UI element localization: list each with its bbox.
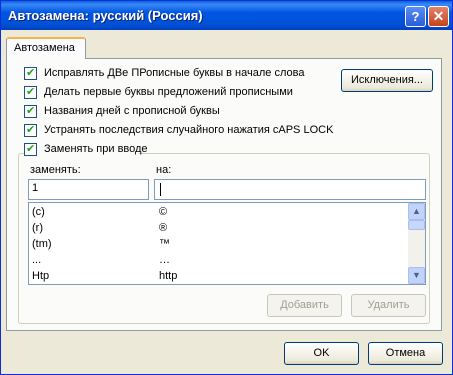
list-item[interactable]: Htp http [29,268,409,284]
option-label: Исправлять ДВе ПРописные буквы в начале … [44,67,305,79]
cancel-button[interactable]: Отмена [368,342,443,365]
replace-label: заменять: [30,164,81,176]
entry-to: ® [159,222,168,234]
scroll-down-button[interactable]: ▼ [408,267,425,284]
entry-from: Htp [32,270,50,282]
option-replace-as-you-type[interactable]: Заменять при вводе [24,142,148,157]
option-label: Устранять последствия случайного нажатия… [44,124,334,136]
autocorrect-entries-list[interactable]: (c) © (r) ® (tm) ™ ... … Htp http ▲ ▼ [28,202,426,285]
close-button[interactable]: ✕ [428,6,449,27]
entry-from: ... [32,254,42,266]
option-label: Названия дней с прописной буквы [44,105,220,117]
window-title: Автозамена: русский (Россия) [8,8,203,23]
checkbox-capitalize-sentences[interactable] [24,85,37,99]
checkbox-two-initial-capitals[interactable] [24,66,37,80]
autocorrect-dialog: Автозамена: русский (Россия) ? ✕ Автозам… [0,0,453,375]
list-item[interactable]: ... … [29,252,409,268]
with-label: на: [156,164,172,176]
add-button[interactable]: Добавить [267,294,342,317]
list-item[interactable]: (c) © [29,204,409,220]
replace-group-label: Заменять при вводе [44,143,148,155]
tab-autocorrect[interactable]: Автозамена [6,37,86,59]
checkbox-caps-lock[interactable] [24,123,37,137]
list-scrollbar[interactable]: ▲ ▼ [408,203,425,284]
entry-to: … [159,254,170,266]
list-item[interactable]: (tm) ™ [29,236,409,252]
tab-autocorrect-label: Автозамена [14,42,75,54]
list-item[interactable]: (r) ® [29,220,409,236]
exceptions-button[interactable]: Исключения... [341,69,433,92]
chevron-up-icon: ▲ [412,206,421,216]
entry-to: ™ [159,238,170,250]
checkbox-capitalize-days[interactable] [24,104,37,118]
scroll-up-button[interactable]: ▲ [408,203,425,220]
entry-from: (tm) [32,238,52,250]
option-label: Делать первые буквы предложений прописны… [44,86,293,98]
delete-button[interactable]: Удалить [351,294,426,317]
entry-to: © [159,206,168,218]
replace-input[interactable]: 1 [28,179,149,200]
entry-from: (r) [32,222,43,234]
text-cursor [160,183,161,196]
with-input[interactable] [154,179,426,200]
scroll-thumb[interactable] [408,220,425,230]
entry-from: (c) [32,206,45,218]
help-icon: ? [411,9,420,24]
chevron-down-icon: ▼ [412,270,421,280]
ok-button[interactable]: OK [284,342,359,365]
entry-to: http [159,270,178,282]
close-icon: ✕ [432,8,445,24]
help-button[interactable]: ? [405,6,426,27]
title-bar[interactable]: Автозамена: русский (Россия) ? ✕ [1,1,452,30]
checkbox-replace-as-you-type[interactable] [24,142,37,156]
